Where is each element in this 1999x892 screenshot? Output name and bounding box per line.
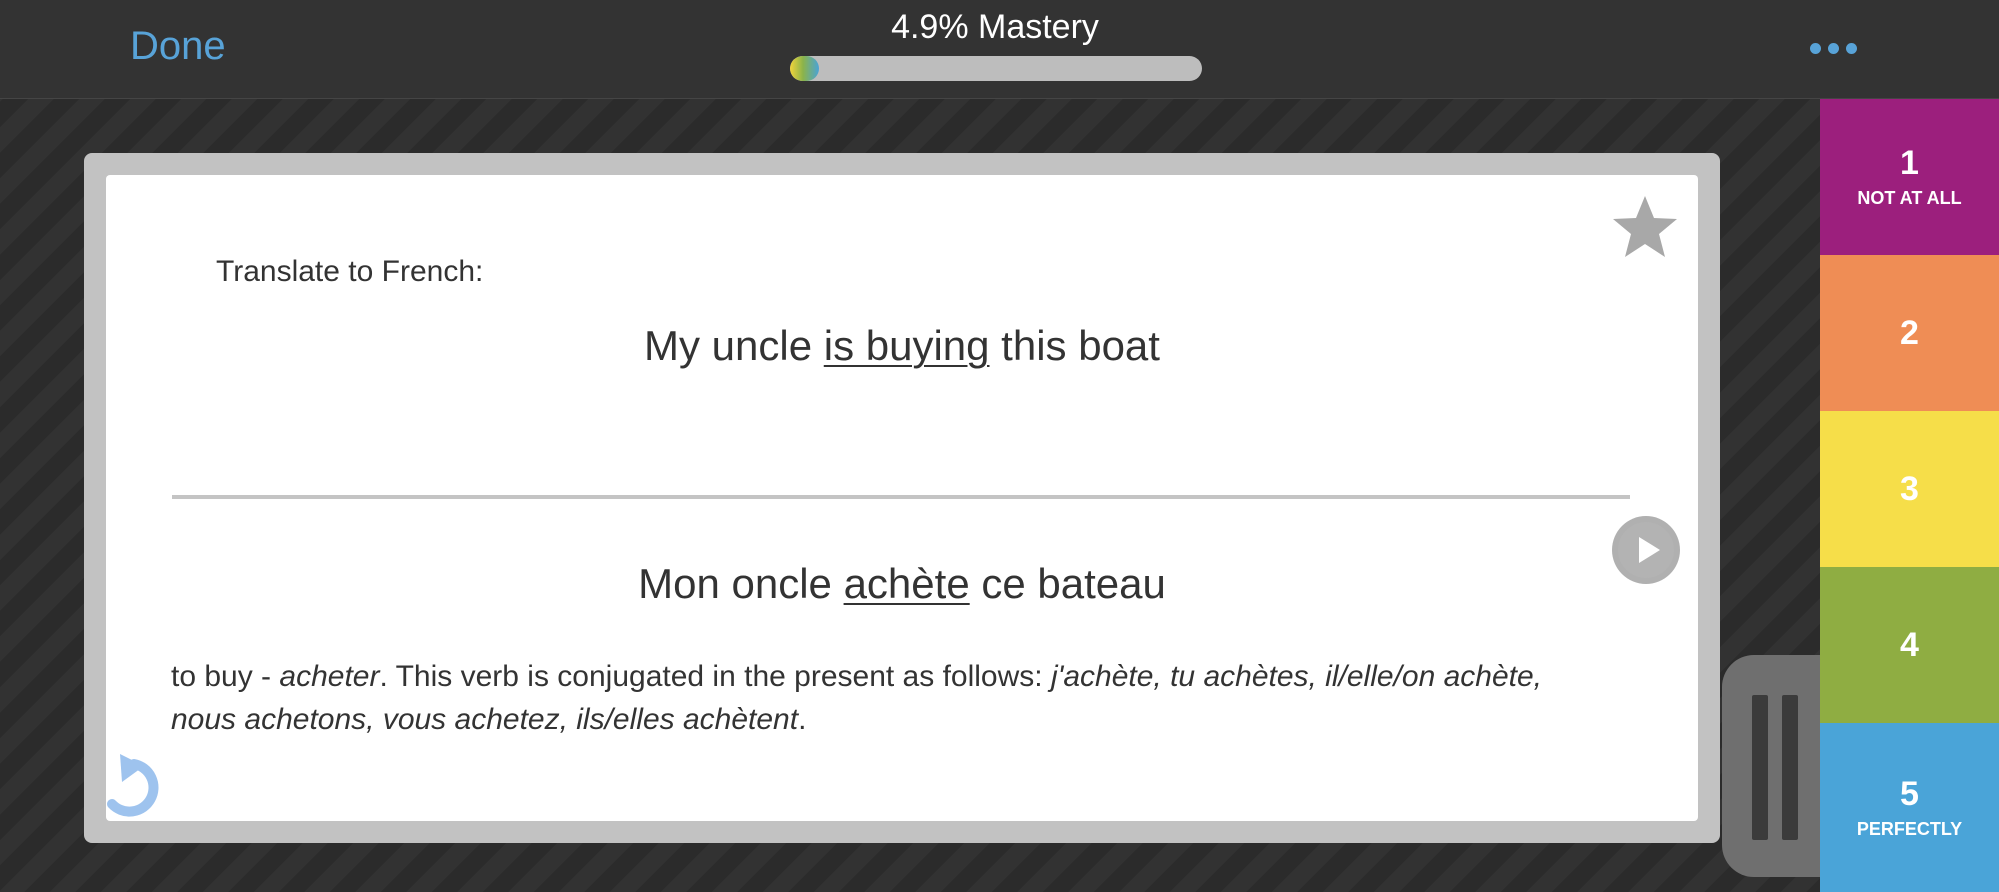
rating-button-2[interactable]: 2: [1820, 255, 1999, 411]
rating-button-1[interactable]: 1 NOT AT ALL: [1820, 99, 1999, 255]
note-lead: to buy -: [171, 660, 280, 693]
pause-icon: [1752, 695, 1768, 840]
front-text-after: this boat: [989, 322, 1160, 369]
back-text-after: ce bateau: [969, 560, 1166, 607]
back-highlight: achète: [843, 560, 970, 607]
done-button[interactable]: Done: [130, 24, 226, 69]
card-front-text: My uncle is buying this boat: [106, 322, 1698, 370]
grammar-note: to buy - acheter. This verb is conjugate…: [171, 655, 1601, 741]
prompt-label: Translate to French:: [216, 255, 484, 288]
mastery-progress-bar: [790, 56, 1202, 81]
note-verb: acheter: [279, 660, 380, 693]
rating-label: NOT AT ALL: [1857, 188, 1962, 208]
front-highlight: is buying: [823, 322, 990, 369]
rating-number: 3: [1900, 470, 1919, 508]
undo-icon[interactable]: [104, 752, 172, 824]
rating-button-3[interactable]: 3: [1820, 411, 1999, 567]
note-end: .: [798, 703, 807, 736]
rating-number: 2: [1900, 314, 1919, 352]
rating-number: 1: [1900, 144, 1919, 182]
card-back-text: Mon oncle achète ce bateau: [106, 560, 1698, 608]
ellipsis-icon: [1809, 42, 1821, 54]
mastery-progress-fill: [790, 56, 819, 81]
rating-label: PERFECTLY: [1856, 818, 1963, 839]
mastery-label: 4.9% Mastery: [891, 8, 1099, 46]
rating-button-5[interactable]: 5 PERFECTLY: [1820, 723, 1999, 892]
more-options-button[interactable]: [1803, 30, 1863, 66]
star-icon[interactable]: [1608, 190, 1682, 264]
back-text-before: Mon oncle: [638, 560, 844, 607]
ellipsis-icon-dot: [1827, 42, 1839, 54]
pause-button[interactable]: [1722, 655, 1822, 877]
ellipsis-icon-dot: [1845, 42, 1857, 54]
rating-button-4[interactable]: 4: [1820, 567, 1999, 723]
note-middle: . This verb is conjugated in the present…: [379, 660, 1051, 693]
rating-number: 5: [1900, 774, 1919, 813]
pause-icon-bar: [1782, 695, 1798, 840]
front-text-before: My uncle: [644, 322, 824, 369]
top-bar: Done 4.9% Mastery: [0, 0, 1999, 99]
card-divider: [172, 495, 1630, 499]
rating-number: 4: [1900, 626, 1919, 664]
